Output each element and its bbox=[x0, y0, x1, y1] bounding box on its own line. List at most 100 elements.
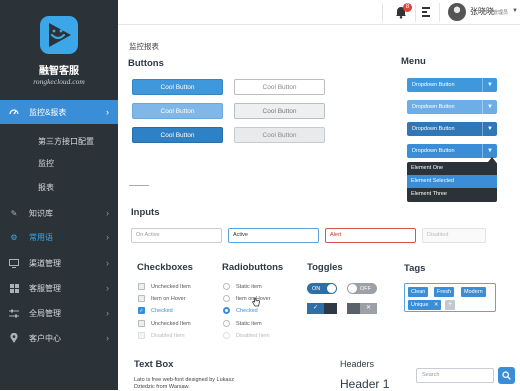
sidebar-item-knowledge[interactable]: ✎ 知识库 › bbox=[0, 201, 118, 225]
dropdown-button-hover[interactable]: Dropdown Button ▼ bbox=[407, 100, 497, 114]
dropdown-label: Dropdown Button bbox=[412, 148, 455, 154]
dropdown-button[interactable]: Dropdown Button ▼ bbox=[407, 78, 497, 92]
monitor-icon bbox=[9, 258, 19, 268]
chevron-right-icon: › bbox=[106, 232, 109, 242]
cool-button-white-disabled[interactable]: Cool Button bbox=[234, 127, 325, 143]
divider bbox=[382, 3, 383, 22]
radio-button[interactable] bbox=[223, 295, 230, 302]
radio-label: Static item bbox=[236, 283, 262, 290]
cool-button-blue[interactable]: Cool Button bbox=[132, 79, 223, 95]
tag-removable[interactable]: Unique ✕ bbox=[408, 300, 442, 310]
gear-icon: ⚙ bbox=[10, 232, 18, 242]
sidebar-item-customers[interactable]: 客户中心 › bbox=[0, 326, 118, 350]
chevron-right-icon: › bbox=[106, 107, 109, 117]
sidebar-item-label: 知识库 bbox=[29, 208, 53, 218]
sidebar-item-label: 渠道管理 bbox=[29, 258, 61, 268]
tag[interactable]: Fresh bbox=[434, 287, 455, 297]
caret-down-icon[interactable]: ▼ bbox=[512, 8, 518, 14]
toggle-off[interactable]: OFF bbox=[347, 283, 377, 294]
divider bbox=[415, 3, 416, 22]
avatar[interactable] bbox=[448, 3, 466, 21]
caret-down-icon: ▼ bbox=[482, 100, 497, 114]
search-input[interactable]: Search bbox=[416, 368, 494, 383]
menu-icon[interactable] bbox=[422, 7, 430, 17]
radio-row[interactable]: Item on Hover bbox=[223, 295, 271, 302]
radio-button-checked[interactable] bbox=[223, 307, 230, 314]
sidebar-item-phrases[interactable]: ⚙ 常用语 › bbox=[0, 225, 118, 249]
sidebar-subitem-report[interactable]: 报表 bbox=[38, 182, 54, 193]
dropdown-option[interactable]: Element One bbox=[407, 162, 497, 175]
close-icon[interactable]: ✕ bbox=[434, 300, 439, 310]
radio-button[interactable] bbox=[223, 332, 230, 339]
checkbox-checked[interactable]: ✓ bbox=[138, 307, 145, 314]
cool-button-blue-hover[interactable]: Cool Button bbox=[132, 103, 223, 119]
chevron-right-icon: › bbox=[106, 308, 109, 318]
textbox-section-title: Text Box bbox=[134, 359, 174, 370]
checkbox[interactable] bbox=[138, 332, 145, 339]
menu-section-title: Menu bbox=[401, 56, 426, 67]
checkbox-label: Disabled Item bbox=[151, 332, 185, 339]
dropdown-button-active[interactable]: Dropdown Button ▼ bbox=[407, 122, 497, 136]
radio-button[interactable] bbox=[223, 283, 230, 290]
check-icon: ✓ bbox=[307, 303, 324, 314]
pencil-icon: ✎ bbox=[10, 208, 18, 218]
user-name[interactable]: 张晓晓 bbox=[470, 6, 494, 17]
main-content: 监控报表 Buttons Cool Button Cool Button Coo… bbox=[118, 25, 520, 391]
cool-button-white-hover[interactable]: Cool Button bbox=[234, 103, 325, 119]
input-alert[interactable]: Alert bbox=[325, 228, 416, 243]
radio-label: Disabled Item bbox=[236, 332, 270, 339]
sidebar-item-global[interactable]: 全局管理 › bbox=[0, 301, 118, 325]
checkbox-row-disabled[interactable]: Disabled Item bbox=[138, 332, 185, 339]
input-active[interactable]: Active bbox=[228, 228, 319, 243]
checkbox-row[interactable]: Unchecked Item bbox=[138, 320, 191, 327]
sidebar-subitem-monitor[interactable]: 监控 bbox=[38, 158, 54, 169]
checkbox-row[interactable]: Unchecked Item bbox=[138, 283, 191, 290]
sidebar-subitem-api-config[interactable]: 第三方接口配置 bbox=[38, 136, 94, 147]
location-pin-icon bbox=[9, 333, 19, 343]
radio-button[interactable] bbox=[223, 320, 230, 327]
toggle-off-label: OFF bbox=[360, 285, 371, 292]
radio-row[interactable]: Static item bbox=[223, 320, 262, 327]
headers-section-title: Headers bbox=[340, 359, 375, 369]
checkbox[interactable] bbox=[138, 320, 145, 327]
dashboard-gauge-icon bbox=[9, 107, 19, 117]
input-disabled[interactable]: Disabled bbox=[422, 228, 486, 243]
cool-button-white[interactable]: Cool Button bbox=[234, 79, 325, 95]
radio-row[interactable]: Checked bbox=[223, 307, 258, 314]
buttons-section-title: Buttons bbox=[128, 58, 164, 69]
close-icon: ✕ bbox=[360, 303, 377, 314]
sidebar-item-monitor-report[interactable]: 监控&报表 › bbox=[0, 100, 118, 124]
tag[interactable]: Modern bbox=[461, 287, 486, 297]
dropdown-option-selected[interactable]: Element Selected bbox=[407, 175, 497, 188]
checkbox[interactable] bbox=[138, 295, 145, 302]
dropdown-menu: Element One Element Selected Element Thr… bbox=[407, 162, 497, 202]
dropdown-option[interactable]: Element Three bbox=[407, 188, 497, 201]
search-button[interactable] bbox=[498, 367, 515, 384]
checkbox-row[interactable]: ✓ Checked bbox=[138, 307, 173, 314]
toggle-handle bbox=[347, 303, 360, 314]
radio-row-disabled[interactable]: Disabled Item bbox=[223, 332, 270, 339]
search-icon bbox=[502, 371, 511, 380]
toggle-cross[interactable]: ✕ bbox=[347, 303, 377, 314]
radio-row[interactable]: Static item bbox=[223, 283, 262, 290]
checkbox-row[interactable]: Item on Hover bbox=[138, 295, 186, 302]
sidebar-item-agents[interactable]: 客服管理 › bbox=[0, 276, 118, 300]
checkbox-label: Unchecked Item bbox=[151, 283, 191, 290]
toggle-on[interactable]: ON bbox=[307, 283, 337, 294]
dropdown-button-open[interactable]: Dropdown Button ▼ bbox=[407, 144, 497, 158]
add-tag-icon[interactable]: + bbox=[445, 300, 455, 310]
sidebar-item-label: 客户中心 bbox=[29, 333, 61, 343]
input-placeholder[interactable]: On Active bbox=[131, 228, 222, 243]
tags-input[interactable]: Clean Fresh Modern Unique ✕ + bbox=[404, 283, 496, 312]
sidebar-item-channels[interactable]: 渠道管理 › bbox=[0, 251, 118, 275]
sliders-icon bbox=[9, 308, 19, 318]
checkbox[interactable] bbox=[138, 283, 145, 290]
checkbox-label: Unchecked Item bbox=[151, 320, 191, 327]
tag[interactable]: Clean bbox=[408, 287, 429, 297]
caret-down-icon: ▼ bbox=[482, 144, 497, 158]
breadcrumb: 监控报表 bbox=[129, 42, 159, 51]
cool-button-blue-active[interactable]: Cool Button bbox=[132, 127, 223, 143]
dropdown-label: Dropdown Button bbox=[412, 82, 455, 88]
toggle-check[interactable]: ✓ bbox=[307, 303, 337, 314]
toggle-knob bbox=[327, 284, 336, 293]
